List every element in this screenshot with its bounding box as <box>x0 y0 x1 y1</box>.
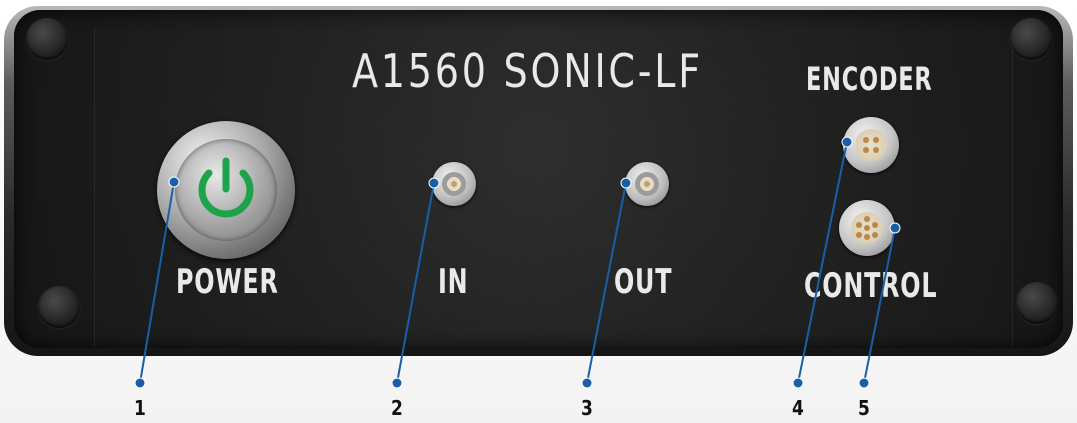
callout-number-5: 5 <box>858 396 870 420</box>
callout-line-1 <box>139 181 175 384</box>
callout-dot-4-top <box>841 136 853 148</box>
callout-lines <box>134 136 901 389</box>
callout-line-3 <box>586 182 627 384</box>
callout-number-4: 4 <box>792 396 804 420</box>
callout-dot-5-top <box>889 222 901 234</box>
callout-number-1: 1 <box>134 396 146 420</box>
callout-dot-3-bottom <box>581 377 593 389</box>
callout-dot-5-bottom <box>858 377 870 389</box>
callout-line-4 <box>797 141 848 384</box>
callout-dot-2-top <box>428 177 440 189</box>
callout-number-3: 3 <box>581 396 593 420</box>
callout-dot-4-bottom <box>792 377 804 389</box>
callout-dot-1-bottom <box>134 377 146 389</box>
callout-dot-1-top <box>168 176 180 188</box>
callout-dot-2-bottom <box>391 377 403 389</box>
callout-line-2 <box>396 182 435 384</box>
callout-line-5 <box>863 227 896 384</box>
callout-dot-3-top <box>620 177 632 189</box>
callout-number-2: 2 <box>391 396 403 420</box>
device-front-panel-diagram: A1560 SONIC-LF POWER IN OUT ENCODER CONT… <box>0 0 1077 423</box>
